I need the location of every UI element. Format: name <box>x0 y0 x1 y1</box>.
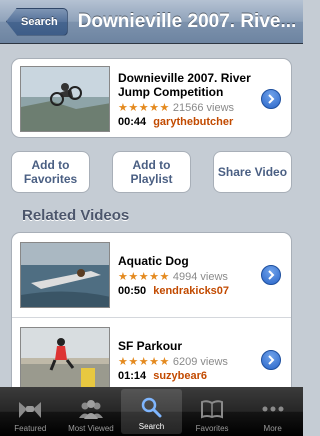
uploader-name: suzybear6 <box>153 369 208 382</box>
view-count: 4994 views <box>172 270 228 283</box>
main-video-title: Downieville 2007. River Jump Competition <box>118 70 251 99</box>
navigation-bar: Search Downieville 2007. Rive... <box>0 0 303 44</box>
back-search-button[interactable]: Search <box>6 7 68 36</box>
uploader-name: garythebutcher <box>153 115 234 128</box>
rating-stars: ★★★★★ <box>118 101 170 114</box>
view-count: 21566 views <box>172 101 235 114</box>
tab-label: More <box>263 424 282 433</box>
main-video-card[interactable]: Downieville 2007. River Jump Competition… <box>11 58 292 138</box>
detail-disclosure-icon[interactable] <box>261 89 281 109</box>
list-item[interactable]: Aquatic Dog ★★★★★ 4994 views 00:50 kendr… <box>12 233 291 317</box>
tab-label: Search <box>138 422 165 431</box>
share-video-button[interactable]: Share Video <box>213 151 292 193</box>
detail-disclosure-icon[interactable] <box>261 265 281 285</box>
related-thumbnail-aquatic-dog[interactable] <box>20 242 110 308</box>
search-icon <box>136 394 166 420</box>
main-video-thumbnail[interactable] <box>20 66 110 132</box>
add-to-favorites-button[interactable]: Add to Favorites <box>11 151 90 193</box>
tab-search[interactable]: Search <box>121 389 182 434</box>
rating-stars: ★★★★★ <box>118 355 170 368</box>
video-duration: 00:50 <box>118 284 147 297</box>
add-to-playlist-button[interactable]: Add to Playlist <box>112 151 191 193</box>
tab-bar: Featured Most Viewed Search Favorites Mo… <box>0 387 303 436</box>
tab-label: Featured <box>14 424 47 433</box>
related-video-title: SF Parkour <box>118 338 183 353</box>
related-videos-list: Aquatic Dog ★★★★★ 4994 views 00:50 kendr… <box>11 232 292 387</box>
rating-stars: ★★★★★ <box>118 270 170 283</box>
related-thumbnail-sf-parkour[interactable] <box>20 327 110 387</box>
page-title: Downieville 2007. Rive... <box>77 10 297 32</box>
video-duration: 00:44 <box>118 115 147 128</box>
tab-more[interactable]: More <box>242 387 303 436</box>
related-videos-heading: Related Videos <box>22 207 130 224</box>
list-item[interactable]: SF Parkour ★★★★★ 6209 views 01:14 suzybe… <box>12 318 291 387</box>
tab-featured[interactable]: Featured <box>0 387 61 436</box>
tab-favorites[interactable]: Favorites <box>182 387 243 436</box>
tab-label: Favorites <box>195 424 229 433</box>
tab-label: Most Viewed <box>68 424 114 433</box>
more-icon <box>258 396 288 422</box>
featured-icon <box>15 396 45 422</box>
favorites-icon <box>197 396 227 422</box>
view-count: 6209 views <box>172 355 228 368</box>
uploader-name: kendrakicks07 <box>153 284 230 297</box>
content-area[interactable]: Downieville 2007. River Jump Competition… <box>0 45 303 387</box>
video-duration: 01:14 <box>118 369 147 382</box>
tab-most-viewed[interactable]: Most Viewed <box>61 387 122 436</box>
related-video-title: Aquatic Dog <box>118 253 189 268</box>
detail-disclosure-icon[interactable] <box>261 350 281 370</box>
most-viewed-icon <box>76 396 106 422</box>
